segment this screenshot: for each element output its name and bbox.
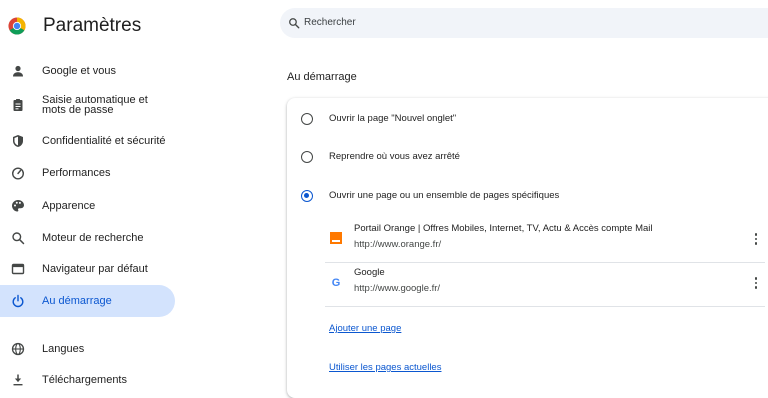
google-favicon-icon: G [332,277,341,288]
sidebar-item-moteur-de-recherche[interactable]: Moteur de recherche [0,227,175,249]
sidebar-item-label: Confidentialité et sécurité [42,135,166,147]
svg-text:G: G [332,277,341,288]
search-icon [289,18,300,29]
brand: Paramètres [8,13,141,39]
sidebar-item-label: Langues [42,343,85,355]
download-icon [11,373,25,387]
add-page-link[interactable]: Ajouter une page [329,323,401,334]
palette-icon [11,199,25,213]
sidebar-item-label: Téléchargements [42,374,127,386]
sidebar-item-au-demarrage[interactable]: Au démarrage [0,285,175,317]
page-url: http://www.orange.fr/ [354,239,442,250]
radio-option-continue[interactable]: Reprendre où vous avez arrêté [287,144,768,172]
search-input[interactable]: Rechercher [304,17,356,28]
sidebar-item-label: Saisie automatique et mots de passe [42,94,148,116]
use-current-pages-link[interactable]: Utiliser les pages actuelles [329,362,441,373]
sidebar-item-label: Performances [42,167,111,179]
app-title: Paramètres [43,15,142,36]
sidebar-item-performances[interactable]: Performances [0,162,175,184]
radio-option-specific-pages[interactable]: Ouvrir une page ou un ensemble de pages … [287,183,768,211]
radio-button[interactable] [301,151,313,163]
startup-card: Ouvrir la page "Nouvel onglet" Reprendre… [287,98,768,398]
sidebar-item-label: Navigateur par défaut [42,263,148,275]
search-icon [11,231,25,245]
orange-favicon-icon [330,232,342,244]
sidebar-item-label: Apparence [42,200,96,212]
startup-page-row: G Google http://www.google.fr/ [325,262,765,307]
startup-page-row: Portail Orange | Offres Mobiles, Interne… [325,218,765,263]
sidebar-item-langues[interactable]: Langues [0,338,175,360]
sidebar-item-label: Moteur de recherche [42,232,144,244]
shield-icon [11,134,25,148]
sidebar-item-apparence[interactable]: Apparence [0,195,175,217]
section-title: Au démarrage [287,71,357,83]
page-title: Google [354,267,385,278]
browser-window-icon [11,262,25,276]
radio-button-selected[interactable] [301,190,313,202]
person-icon [11,64,25,78]
sidebar-item-confidentialite[interactable]: Confidentialité et sécurité [0,130,175,152]
speedometer-icon [11,166,25,180]
page-url: http://www.google.fr/ [354,283,441,294]
search-bar[interactable]: Rechercher [280,8,768,38]
page-title: Portail Orange | Offres Mobiles, Interne… [354,223,653,234]
radio-label: Reprendre où vous avez arrêté [329,151,460,162]
sidebar-item-saisie-automatique[interactable]: Saisie automatique et mots de passe [0,91,175,119]
more-options-icon[interactable] [751,229,761,249]
more-options-icon[interactable] [751,273,761,293]
sidebar-item-navigateur-par-defaut[interactable]: Navigateur par défaut [0,258,175,280]
sidebar-item-telechargements[interactable]: Téléchargements [0,369,175,391]
sidebar: Paramètres Google et vous Saisie automat… [0,0,185,386]
radio-button[interactable] [301,113,313,125]
sidebar-item-google-et-vous[interactable]: Google et vous [0,60,175,82]
clipboard-icon [11,98,25,112]
power-icon [11,294,25,308]
radio-label: Ouvrir la page "Nouvel onglet" [329,113,457,124]
sidebar-item-label: Google et vous [42,65,116,77]
radio-option-new-tab[interactable]: Ouvrir la page "Nouvel onglet" [287,106,768,134]
radio-label: Ouvrir une page ou un ensemble de pages … [329,190,560,201]
chrome-logo-icon [8,17,26,35]
globe-icon [11,342,25,356]
sidebar-item-label: Au démarrage [42,295,112,307]
